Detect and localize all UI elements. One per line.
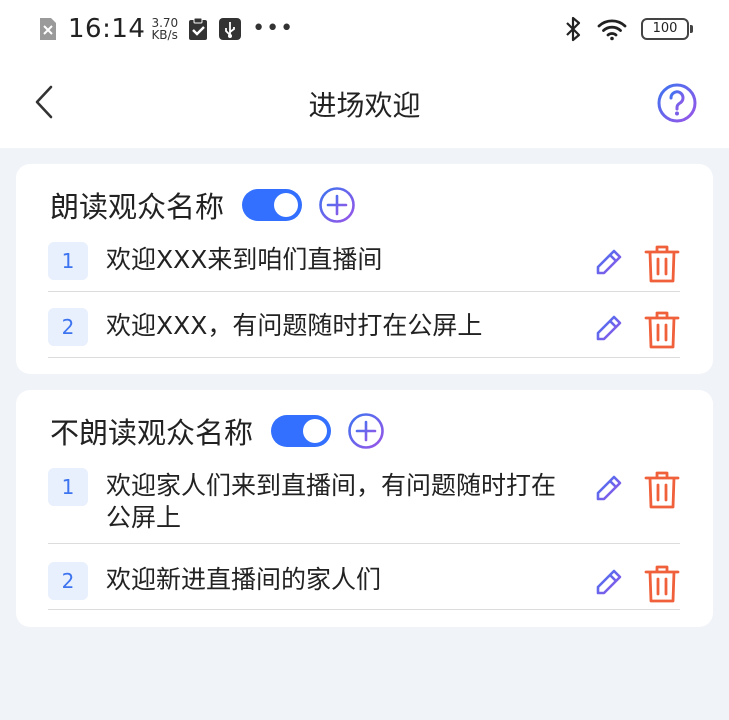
question-circle-icon <box>657 83 697 123</box>
section-read-name: 朗读观众名称 1 欢迎XXX来到咱们直播间 2 欢迎XXX，有问题随时打在公屏上 <box>16 164 713 374</box>
trash-icon <box>644 471 680 509</box>
pencil-icon <box>592 569 628 603</box>
bluetooth-icon <box>566 16 581 42</box>
plus-circle-icon <box>319 187 355 223</box>
add-item-button[interactable] <box>318 186 356 224</box>
trash-icon <box>644 245 680 283</box>
list-item: 1 欢迎家人们来到直播间，有问题随时打在公屏上 <box>48 464 680 544</box>
trash-icon <box>644 565 680 603</box>
trash-icon <box>644 311 680 349</box>
item-index: 1 <box>48 242 88 280</box>
section-header: 不朗读观众名称 <box>50 412 385 450</box>
plus-circle-icon <box>348 413 384 449</box>
toggle-knob <box>274 193 299 217</box>
network-speed-unit: KB/s <box>151 28 178 42</box>
edit-button[interactable] <box>590 469 630 511</box>
status-bar-right: 100 <box>565 12 693 46</box>
status-bar-left: 16:14 3.70 KB/s ••• <box>38 12 294 46</box>
pencil-icon <box>592 475 628 509</box>
item-index: 2 <box>48 562 88 600</box>
item-text: 欢迎XXX，有问题随时打在公屏上 <box>106 311 483 340</box>
delete-button[interactable] <box>642 309 682 351</box>
network-speed: 3.70 KB/s <box>151 17 178 41</box>
item-text: 欢迎XXX来到咱们直播间 <box>106 245 383 274</box>
usb-icon <box>218 17 242 41</box>
add-item-button[interactable] <box>347 412 385 450</box>
pencil-icon <box>592 249 628 283</box>
pencil-icon <box>592 315 628 349</box>
sim-card-icon <box>40 18 56 40</box>
delete-button[interactable] <box>642 243 682 285</box>
item-text: 欢迎家人们来到直播间，有问题随时打在公屏上 <box>106 471 557 532</box>
list-item: 2 欢迎XXX，有问题随时打在公屏上 <box>48 292 680 358</box>
list-item: 2 欢迎新进直播间的家人们 <box>48 544 680 610</box>
section-no-read-name: 不朗读观众名称 1 欢迎家人们来到直播间，有问题随时打在公屏上 2 欢迎新进直播… <box>16 390 713 627</box>
no-read-name-toggle[interactable] <box>271 415 332 447</box>
edit-button[interactable] <box>590 309 630 351</box>
battery-indicator: 100 <box>641 18 693 40</box>
delete-button[interactable] <box>642 469 682 511</box>
status-time: 16:14 <box>68 14 146 44</box>
section-title: 朗读观众名称 <box>50 190 225 224</box>
edit-button[interactable] <box>590 563 630 605</box>
read-name-toggle[interactable] <box>242 189 303 221</box>
list-item: 1 欢迎XXX来到咱们直播间 <box>48 238 680 292</box>
wifi-icon <box>597 19 627 41</box>
item-index: 1 <box>48 468 88 506</box>
status-bar: 16:14 3.70 KB/s ••• 100 <box>0 0 729 58</box>
toggle-knob <box>303 419 328 443</box>
app-header: 进场欢迎 <box>0 58 729 148</box>
item-index: 2 <box>48 308 88 346</box>
clipboard-check-icon <box>188 17 208 41</box>
delete-button[interactable] <box>642 563 682 605</box>
page-title: 进场欢迎 <box>308 89 421 122</box>
item-text: 欢迎新进直播间的家人们 <box>106 565 382 594</box>
more-notifications-icon: ••• <box>252 16 295 41</box>
edit-button[interactable] <box>590 243 630 285</box>
section-header: 朗读观众名称 <box>50 186 356 224</box>
help-button[interactable] <box>656 82 698 124</box>
section-title: 不朗读观众名称 <box>50 416 254 450</box>
